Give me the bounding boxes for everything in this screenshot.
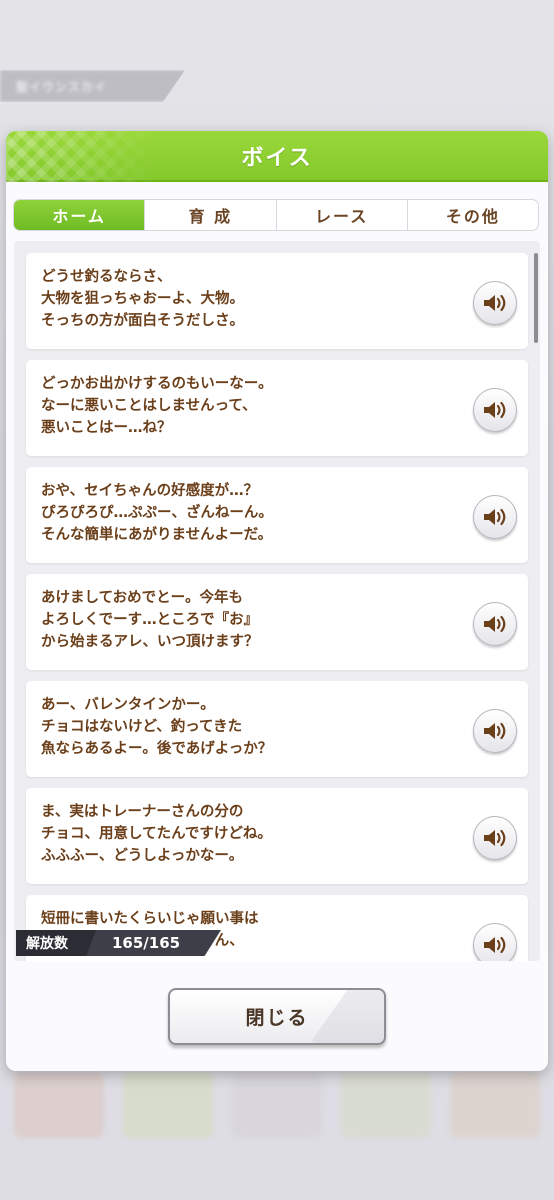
voice-card: どっかお出かけするのもいーなー。 なーに悪いことはしませんって、 悪いことはー…… [26, 360, 528, 456]
speaker-icon [484, 829, 506, 847]
voice-card: どうせ釣るならさ、 大物を狙っちゃおーよ、大物。 そっちの方が面白そうだしさ。 [26, 253, 528, 349]
voice-line-text: ま、実はトレーナーさんの分の チョコ、用意してたんですけどね。 ふふふー、どうし… [41, 804, 272, 864]
play-voice-button[interactable] [473, 388, 517, 432]
button-gloss [311, 990, 384, 1043]
play-voice-button[interactable] [473, 923, 517, 961]
unlock-value: 165/165 [112, 934, 181, 952]
tab-home[interactable]: ホーム [14, 200, 145, 230]
voice-list[interactable]: どうせ釣るならさ、 大物を狙っちゃおーよ、大物。 そっちの方が面白そうだしさ。 … [14, 241, 540, 961]
voice-card: おや、セイちゃんの好感度が…？ ぴろぴろぴ…ぷぷー、ざんねーん。 そんな簡単にあ… [26, 467, 528, 563]
speaker-icon [484, 294, 506, 312]
tab-race[interactable]: レース [275, 200, 407, 230]
tab-other[interactable]: その他 [406, 200, 538, 230]
close-button-label: 閉じる [245, 1007, 309, 1029]
speaker-icon [484, 722, 506, 740]
voice-card: ま、実はトレーナーさんの分の チョコ、用意してたんですけどね。 ふふふー、どうし… [26, 788, 528, 884]
voice-card: あー、バレンタインかー。 チョコはないけど、釣ってきた 魚ならあるよー。後であげ… [26, 681, 528, 777]
tab-bar: ホーム 育 成 レース その他 [13, 199, 539, 231]
voice-line-text: どうせ釣るならさ、 大物を狙っちゃおーよ、大物。 そっちの方が面白そうだしさ。 [41, 269, 244, 329]
voice-line-text: あー、バレンタインかー。 チョコはないけど、釣ってきた 魚ならあるよー。後であげ… [41, 697, 273, 757]
voice-line-text: あけましておめでとー。今年も よろしくでーす…ところで『お』 から始まるアレ、い… [41, 590, 259, 650]
speaker-icon [484, 401, 506, 419]
play-voice-button[interactable] [473, 816, 517, 860]
play-voice-button[interactable] [473, 281, 517, 325]
voice-dialog: ボイス ホーム 育 成 レース その他 どうせ釣るならさ、 大物を狙っちゃおーよ… [6, 131, 548, 1071]
voice-card: あけましておめでとー。今年も よろしくでーす…ところで『お』 から始まるアレ、い… [26, 574, 528, 670]
tab-training[interactable]: 育 成 [144, 200, 275, 230]
speaker-icon [484, 508, 506, 526]
speaker-icon [484, 615, 506, 633]
play-voice-button[interactable] [473, 602, 517, 646]
dialog-title: ボイス [241, 145, 313, 171]
unlock-label: 解放数 [16, 930, 96, 956]
speaker-icon [484, 936, 506, 954]
header-pattern [6, 131, 156, 182]
close-button[interactable]: 閉じる [168, 988, 386, 1045]
dialog-header: ボイス [6, 131, 548, 182]
unlock-count-badge: 解放数 165/165 [16, 930, 221, 956]
voice-line-text: どっかお出かけするのもいーなー。 なーに悪いことはしませんって、 悪いことはー…… [41, 376, 273, 436]
voice-line-text: おや、セイちゃんの好感度が…？ ぴろぴろぴ…ぷぷー、ざんねーん。 そんな簡単にあ… [41, 483, 273, 543]
play-voice-button[interactable] [473, 495, 517, 539]
play-voice-button[interactable] [473, 709, 517, 753]
scrollbar[interactable] [534, 253, 538, 343]
